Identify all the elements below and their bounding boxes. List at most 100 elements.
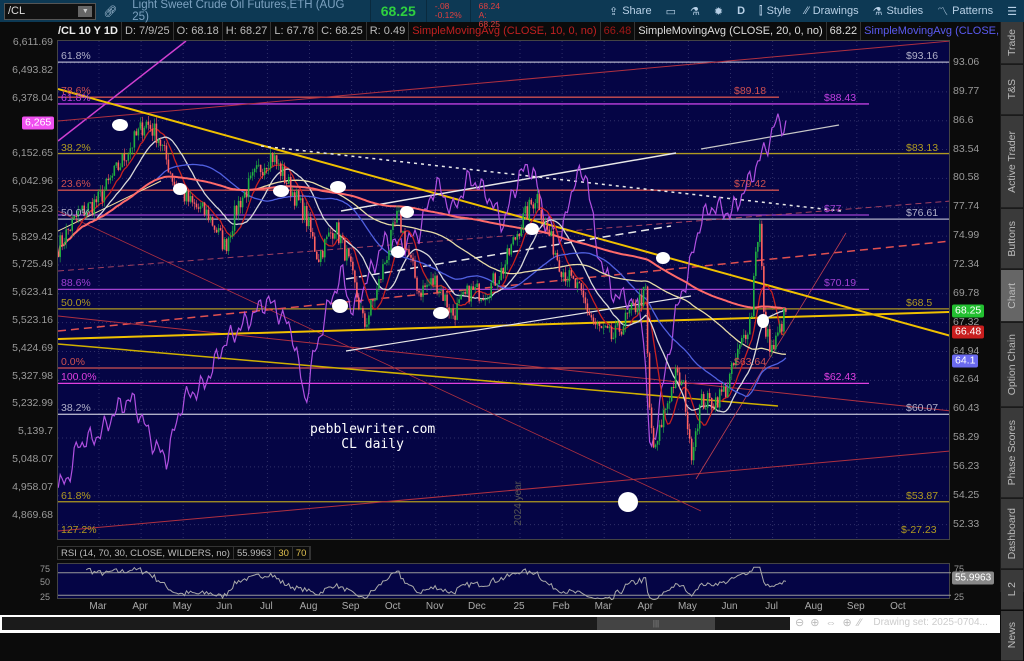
trendline-yellow[interactable] — [58, 88, 950, 337]
candle — [747, 334, 749, 340]
left-axis-label: 5,424.69 — [12, 341, 53, 354]
candle — [438, 290, 440, 293]
candle — [115, 162, 118, 166]
sidebar-tab-phase-scores[interactable]: Phase Scores — [1001, 408, 1023, 498]
candle — [275, 155, 278, 164]
sidebar-tab-news[interactable]: News — [1001, 611, 1023, 661]
symbol-selector[interactable]: /CL ▼ — [4, 2, 97, 20]
candle — [430, 278, 432, 285]
candle — [227, 237, 230, 252]
candle — [586, 303, 589, 313]
price-chart[interactable]: $93.16 61.8% $89.18 78.6% $88.43 61.8% $83.13 3… — [57, 40, 950, 540]
sidebar-tab-l-2[interactable]: L 2 — [1001, 570, 1023, 610]
link-icon[interactable]: 🔗︎ — [96, 0, 124, 22]
candle — [418, 290, 420, 293]
candle — [606, 325, 609, 329]
studies-button[interactable]: ⚗ Studies — [866, 0, 931, 22]
trendline[interactable] — [695, 232, 847, 480]
menu-button[interactable]: ☰ — [1000, 0, 1024, 22]
trendline[interactable] — [58, 315, 950, 412]
candle — [556, 252, 559, 261]
candle — [749, 317, 751, 335]
drawing-set-label[interactable]: Drawing set: 2025-0704... — [873, 617, 988, 628]
candle — [664, 408, 667, 411]
time-axis[interactable]: Mar Apr May Jun Jul Aug Sep Oct Nov Dec 25 Feb Mar Ap… — [0, 601, 1000, 615]
right-axis-label: 54.25 — [953, 488, 980, 501]
patterns-button[interactable]: 〽 Patterns — [930, 0, 1000, 22]
candle — [125, 160, 128, 162]
candle — [560, 271, 563, 277]
month-label: Mar — [594, 601, 612, 612]
rsi-label[interactable]: RSI (14, 70, 30, CLOSE, WILDERS, no) — [58, 547, 234, 559]
fib-label: 61.8% — [61, 489, 91, 502]
flask-button[interactable]: ⚗ — [683, 0, 707, 22]
candle — [761, 223, 763, 267]
candle — [145, 121, 148, 128]
candle — [596, 323, 599, 325]
sidebar-tab-active-trader[interactable]: Active Trader — [1001, 116, 1023, 208]
candle — [344, 238, 346, 261]
candle — [504, 264, 507, 274]
watermark-caption: CL daily — [341, 437, 404, 452]
alert-button[interactable]: ▭ — [659, 0, 683, 22]
candle — [614, 325, 617, 338]
rsi-overbought: 70 — [293, 547, 311, 559]
candle — [424, 285, 426, 287]
candle — [370, 300, 372, 316]
gear-icon: ✹ — [713, 5, 724, 18]
trendline-dashed[interactable] — [58, 240, 950, 332]
trendline[interactable] — [58, 41, 950, 122]
candle — [193, 202, 196, 204]
candle — [211, 217, 214, 226]
candle — [618, 322, 621, 332]
candle — [728, 374, 731, 388]
sma20-label[interactable]: SimpleMovingAvg (CLOSE, 20, 0, no) — [635, 22, 827, 40]
candle — [241, 197, 244, 208]
candle — [243, 191, 246, 198]
scrollbar-thumb[interactable]: ||| — [597, 617, 715, 630]
right-axis-label: 89.77 — [953, 84, 980, 97]
candle — [544, 222, 547, 224]
right-axis-label: 93.06 — [953, 56, 980, 68]
pan-icon[interactable]: ⇔ — [825, 617, 836, 629]
candle — [422, 285, 424, 297]
sidebar-tab-option-chain[interactable]: Option Chain — [1001, 323, 1023, 407]
sidebar-tab-t-s[interactable]: T&S — [1001, 65, 1023, 115]
candle — [61, 235, 63, 245]
drawing-icon[interactable]: ⁄⁄ — [858, 617, 862, 629]
style-button[interactable]: ⫿ Style — [752, 0, 798, 22]
sidebar-tab-dashboard[interactable]: Dashboard — [1001, 499, 1023, 569]
trendline[interactable] — [58, 450, 950, 532]
candle — [480, 298, 482, 301]
sidebar-tab-trade[interactable]: Trade — [1001, 22, 1023, 64]
candle — [724, 386, 727, 397]
candle — [293, 192, 296, 206]
period-button[interactable]: D — [730, 0, 752, 22]
sidebar-tab-chart[interactable]: Chart — [1001, 270, 1023, 322]
left-axis-label: 6,152.65 — [12, 147, 53, 160]
left-price-axis[interactable]: 6,611.69 6,493.82 6,378.04 6,152.65 6,042.96… — [0, 36, 57, 540]
sma10-label[interactable]: SimpleMovingAvg (CLOSE, 10, 0, no) — [409, 22, 601, 40]
crosshair-icon[interactable]: ⊕ — [842, 616, 851, 629]
candle — [458, 299, 460, 304]
candle — [63, 242, 65, 245]
sidebar-tab-buttons[interactable]: Buttons — [1001, 209, 1023, 269]
month-label: Jun — [721, 601, 738, 612]
candle — [738, 344, 741, 349]
marker-circle — [173, 183, 187, 195]
zoom-out-icon[interactable]: ⊖ — [795, 616, 804, 629]
fib-label: 23.6% — [61, 178, 91, 191]
bar-range: R: 0.49 — [367, 22, 410, 40]
left-axis-label: 4,869.68 — [12, 508, 53, 521]
candle — [690, 438, 693, 461]
drawings-button[interactable]: ⁄⁄ Drawings — [798, 0, 866, 22]
candle — [265, 167, 268, 170]
candle — [696, 428, 699, 432]
rsi-pane[interactable] — [57, 563, 951, 600]
share-button[interactable]: ⇪ Share — [602, 0, 659, 22]
settings-button[interactable]: ✹ — [707, 0, 730, 22]
chart-canvas[interactable] — [58, 41, 950, 540]
zoom-in-icon[interactable]: ⊕ — [810, 616, 819, 629]
price-level-label: $68.5 — [906, 296, 933, 309]
right-price-axis[interactable]: 93.06 89.77 86.6 83.54 80.58 77.74 74.99 72.34 6… — [950, 40, 1000, 540]
